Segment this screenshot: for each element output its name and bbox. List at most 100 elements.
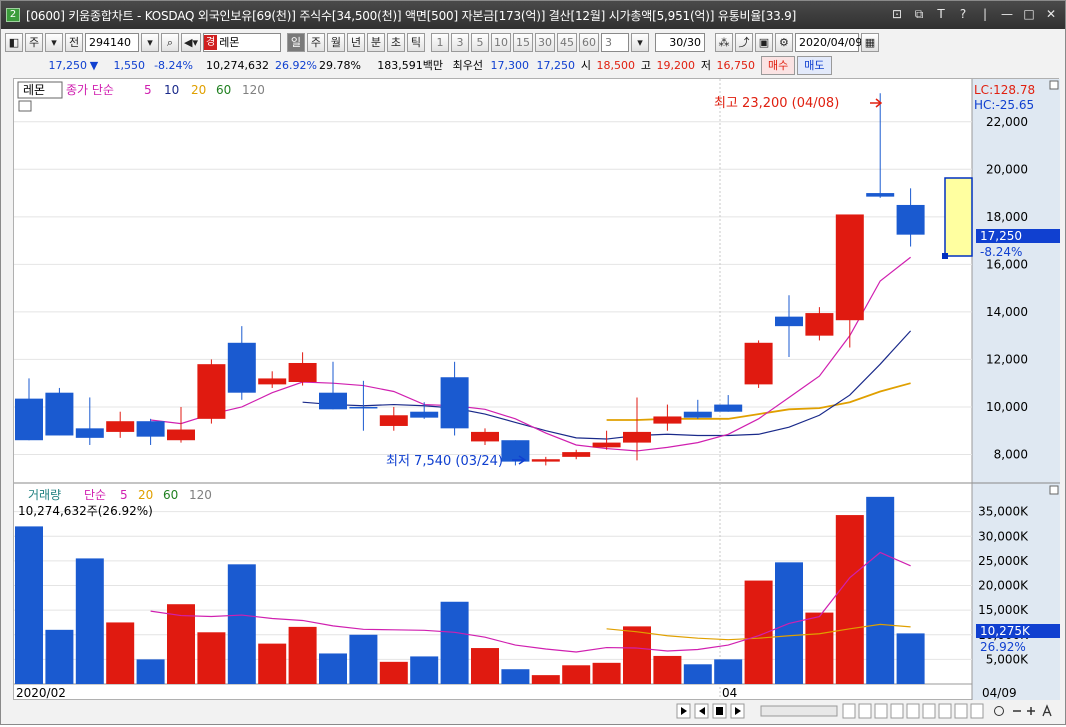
trade-amount: 183,591백만 — [377, 59, 443, 72]
ratio-percent: 29.78% — [319, 58, 361, 72]
candle-body — [227, 342, 256, 393]
candle-body — [562, 452, 591, 457]
interval-3[interactable]: 3 — [450, 32, 469, 52]
close-icon[interactable]: ✕ — [1043, 7, 1059, 22]
calculator-icon[interactable] — [18, 100, 32, 112]
tool-icon-8[interactable] — [954, 703, 968, 719]
pin-icon[interactable]: T — [933, 7, 949, 22]
speaker-icon[interactable]: ◀▾ — [181, 32, 201, 52]
scroll-track[interactable] — [760, 705, 838, 717]
tool-icon-4[interactable] — [890, 703, 904, 719]
interval-10[interactable]: 10 — [490, 32, 511, 52]
interval-dropdown-icon[interactable]: ▾ — [630, 32, 649, 52]
tool-icon-9[interactable] — [970, 703, 984, 719]
candle-body — [866, 193, 895, 197]
best-quote-label: 최우선 — [452, 59, 483, 72]
volume-bar — [805, 612, 834, 684]
period-week[interactable]: 주 — [306, 32, 325, 52]
count-input[interactable]: 30/30 — [654, 32, 705, 52]
tool-icon-3[interactable] — [874, 703, 888, 719]
range-handle[interactable] — [942, 253, 948, 259]
current-volume-pct: 26.92% — [980, 640, 1026, 654]
volume-bar — [379, 661, 408, 684]
volume-bar — [288, 626, 317, 684]
period-tick[interactable]: 틱 — [406, 32, 425, 52]
volume-bar — [683, 664, 712, 684]
interval-input[interactable]: 3 — [600, 32, 629, 52]
interval-15[interactable]: 15 — [512, 32, 533, 52]
x-label-april: 04 — [722, 686, 737, 700]
volume-bar — [896, 633, 925, 684]
stock-code-input[interactable]: 294140 — [85, 32, 139, 52]
layout-icon[interactable]: ◧ — [5, 32, 23, 52]
scroll-controls — [1, 700, 1065, 724]
zoom-in-icon[interactable] — [1027, 707, 1035, 715]
volume-tick-label: 35,000K — [978, 505, 1029, 519]
sell-button[interactable]: 매도 — [797, 55, 832, 75]
interval-5[interactable]: 5 — [470, 32, 489, 52]
volume-bar — [75, 558, 104, 684]
stop-icon — [716, 707, 723, 715]
candle-body — [197, 364, 226, 419]
interval-30[interactable]: 30 — [534, 32, 555, 52]
candle-body — [45, 392, 74, 436]
candle-body — [379, 415, 408, 426]
price-tick-label: 22,000 — [986, 115, 1028, 129]
type-dropdown-icon[interactable]: ▾ — [45, 32, 63, 52]
minimize-icon[interactable]: — — [999, 7, 1015, 22]
panel-collapse-icon-top[interactable] — [1049, 80, 1059, 90]
candle-body — [896, 204, 925, 235]
panel-collapse-icon[interactable] — [1049, 485, 1059, 495]
tool-icon-7[interactable] — [938, 703, 952, 719]
tool-icon-2[interactable] — [858, 703, 872, 719]
period-month[interactable]: 월 — [326, 32, 345, 52]
gear-icon[interactable]: ⚙ — [774, 32, 793, 52]
period-minute[interactable]: 분 — [366, 32, 385, 52]
period-year[interactable]: 년 — [346, 32, 365, 52]
font-size-icon[interactable] — [1042, 704, 1052, 717]
tool-icon-5[interactable] — [906, 703, 920, 719]
interval-1[interactable]: 1 — [430, 32, 449, 52]
stock-name-field[interactable]: 경 레몬 — [202, 32, 281, 52]
volume-bars — [15, 496, 925, 684]
prev-button[interactable]: 전 — [65, 32, 83, 52]
tool-icon-1[interactable] — [842, 703, 856, 719]
candle-body — [288, 362, 317, 382]
chart-tool-icon[interactable]: ⤴ — [734, 32, 753, 52]
chart-area[interactable]: 22,000 20,000 18,000 16,000 14,000 12,000 10,0… — [13, 78, 1060, 701]
current-volume-tag-text: 10,275K — [980, 624, 1031, 638]
buy-button[interactable]: 매수 — [761, 55, 796, 75]
screen-icon[interactable]: ⊡ — [889, 7, 905, 22]
save-icon[interactable]: ▣ — [754, 32, 773, 52]
tool-icon-6[interactable] — [922, 703, 936, 719]
help-icon[interactable]: ? — [955, 7, 971, 22]
volume-bar — [15, 526, 43, 684]
candle-body — [167, 429, 195, 441]
volume-bar — [835, 515, 864, 684]
candle-body — [258, 378, 287, 385]
code-dropdown-icon[interactable]: ▾ — [141, 32, 159, 52]
volume-value-text: 10,274,632주(26.92%) — [18, 504, 153, 518]
interval-45[interactable]: 45 — [556, 32, 577, 52]
range-highlight-box[interactable] — [944, 177, 973, 257]
candle-body — [592, 442, 621, 448]
zoom-icon[interactable] — [994, 706, 1004, 716]
toolbar: ◧ 주 ▾ 전 294140 ▾ ⌕ ◀▾ 경 레몬 일 주 월 년 분 초 틱… — [5, 31, 1063, 53]
app-icon: 2 — [6, 8, 20, 22]
chart-canvas[interactable]: 22,000 20,000 18,000 16,000 14,000 12,000 10,0… — [14, 79, 1060, 701]
search-icon[interactable]: ⌕ — [161, 32, 179, 52]
period-second[interactable]: 초 — [386, 32, 405, 52]
date-input[interactable]: 2020/04/09 — [794, 32, 862, 52]
network-icon[interactable]: ⁂ — [714, 32, 733, 52]
high-annotation: 최고 23,200 (04/08) — [714, 96, 839, 111]
interval-60[interactable]: 60 — [578, 32, 599, 52]
calendar-icon[interactable]: ▦ — [860, 32, 879, 52]
copy-window-icon[interactable]: ⧉ — [911, 7, 927, 22]
maximize-icon[interactable]: □ — [1021, 7, 1037, 22]
type-select[interactable]: 주 — [25, 32, 43, 52]
period-day[interactable]: 일 — [286, 32, 305, 52]
low-price: 16,750 — [716, 58, 756, 72]
candle-body — [136, 421, 165, 437]
current-price-tag-text: 17,250 — [980, 229, 1022, 243]
bid-price: 17,250 — [536, 58, 576, 72]
